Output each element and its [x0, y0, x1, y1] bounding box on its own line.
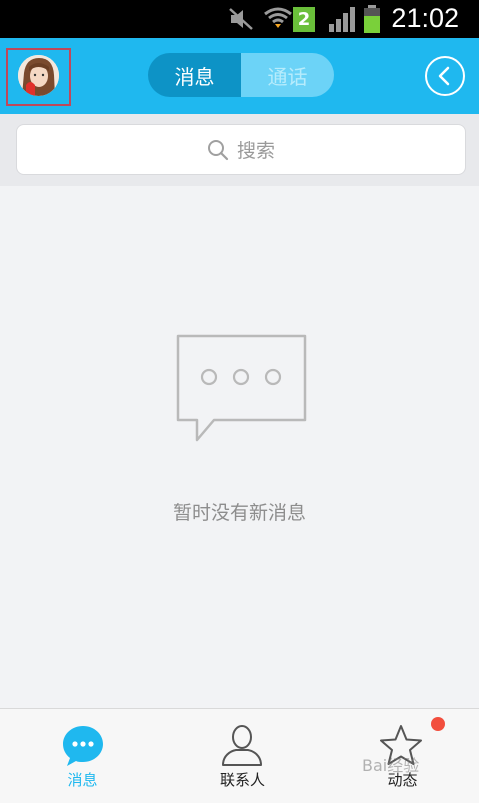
nav-item-contacts[interactable]: 联系人 [180, 709, 305, 803]
notification-count-badge: 2 [293, 7, 315, 32]
chevron-left-icon [438, 66, 450, 86]
wifi-icon [264, 7, 292, 28]
message-call-tabs: 消息 通话 [148, 53, 334, 97]
person-icon [222, 725, 262, 766]
signal-icon [329, 7, 355, 32]
battery-icon [364, 5, 380, 33]
back-button[interactable] [425, 56, 465, 96]
empty-message-icon [176, 334, 307, 442]
watermark: Bai经验 [362, 756, 420, 775]
empty-state-text: 暂时没有新消息 [172, 502, 306, 524]
search-input[interactable]: 搜索 [16, 124, 466, 175]
nav-label-contacts: 联系人 [219, 771, 265, 789]
search-placeholder: 搜索 [236, 140, 275, 162]
nav-item-messages[interactable]: 消息 [20, 709, 145, 803]
search-area: 搜索 [0, 114, 479, 186]
avatar [18, 55, 59, 96]
tab-messages[interactable]: 消息 [148, 53, 241, 97]
message-list: 暂时没有新消息 [0, 186, 479, 708]
notification-dot [431, 717, 445, 731]
chat-bubble-icon [63, 726, 103, 766]
clock-time: 21:02 [391, 3, 459, 33]
status-bar: 2 21:02 [0, 0, 479, 38]
search-icon [207, 139, 229, 160]
avatar-button[interactable] [6, 48, 71, 106]
app-header: 消息 通话 [0, 38, 479, 114]
tab-calls[interactable]: 通话 [241, 53, 334, 97]
mute-icon [229, 8, 253, 30]
nav-label-messages: 消息 [67, 771, 98, 789]
